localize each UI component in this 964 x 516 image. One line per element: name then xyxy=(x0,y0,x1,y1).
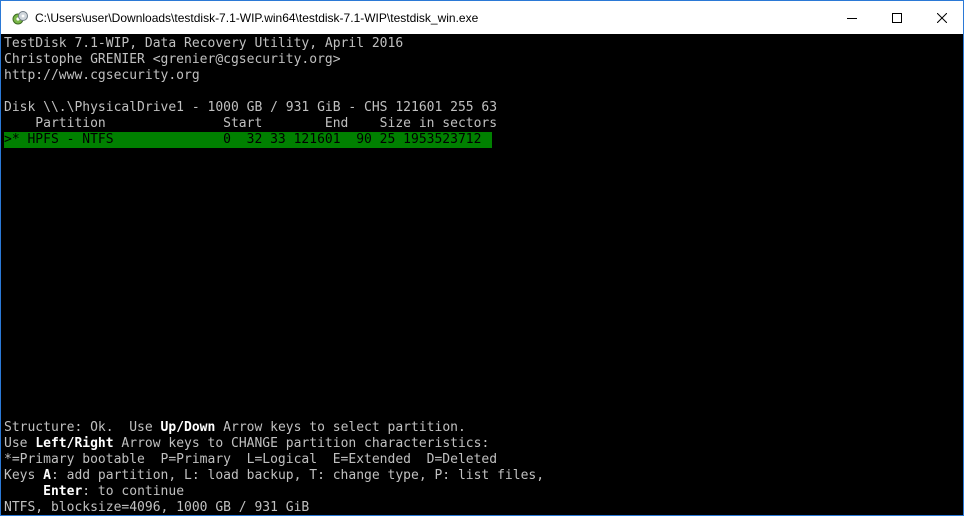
help-text: : to continue xyxy=(82,484,185,499)
help-change-line: Use Left/Right Arrow keys to CHANGE part… xyxy=(4,436,489,452)
console-window: C:\Users\user\Downloads\testdisk-7.1-WIP… xyxy=(0,0,964,516)
website-line: http://www.cgsecurity.org xyxy=(4,68,200,83)
close-icon xyxy=(937,12,947,23)
status-text: Structure: Ok. Use xyxy=(4,420,161,435)
maximize-button[interactable] xyxy=(874,1,920,34)
key-a: A xyxy=(43,468,51,483)
testdisk-app-icon xyxy=(12,10,28,26)
help-text: Use xyxy=(4,436,36,451)
help-text: Keys xyxy=(4,468,44,483)
author-line: Christophe GRENIER <grenier@cgsecurity.o… xyxy=(4,52,341,67)
continue-help-line: Enter: to continue xyxy=(4,484,184,500)
partition-column-headers: Partition Start End Size in sectors xyxy=(4,116,498,131)
minimize-icon xyxy=(847,13,857,23)
partition-row-selected[interactable]: >* HPFS - NTFS 0 32 33 121601 90 25 1953… xyxy=(4,132,492,148)
disk-info: Disk \\.\PhysicalDrive1 - 1000 GB / 931 … xyxy=(4,100,498,115)
legend-line: *=Primary bootable P=Primary L=Logical E… xyxy=(4,452,498,467)
minimize-button[interactable] xyxy=(829,1,875,34)
maximize-icon xyxy=(892,12,902,23)
console-output[interactable]: TestDisk 7.1-WIP, Data Recovery Utility,… xyxy=(1,34,963,515)
status-text: Arrow keys to select partition. xyxy=(215,420,466,435)
title-bar[interactable]: C:\Users\user\Downloads\testdisk-7.1-WIP… xyxy=(1,1,963,34)
program-banner: TestDisk 7.1-WIP, Data Recovery Utility,… xyxy=(4,36,404,51)
key-enter: Enter xyxy=(43,484,83,499)
key-left-right: Left/Right xyxy=(35,436,114,451)
key-up-down: Up/Down xyxy=(160,420,216,435)
help-text: : add partition, L: load backup, T: chan… xyxy=(50,468,545,483)
partition-summary: NTFS, blocksize=4096, 1000 GB / 931 GiB xyxy=(4,500,310,515)
window-title: C:\Users\user\Downloads\testdisk-7.1-WIP… xyxy=(35,11,479,25)
close-button[interactable] xyxy=(919,1,963,34)
status-structure-line: Structure: Ok. Use Up/Down Arrow keys to… xyxy=(4,420,466,436)
help-text: Arrow keys to CHANGE partition character… xyxy=(113,436,490,451)
keys-help-line: Keys A: add partition, L: load backup, T… xyxy=(4,468,544,484)
